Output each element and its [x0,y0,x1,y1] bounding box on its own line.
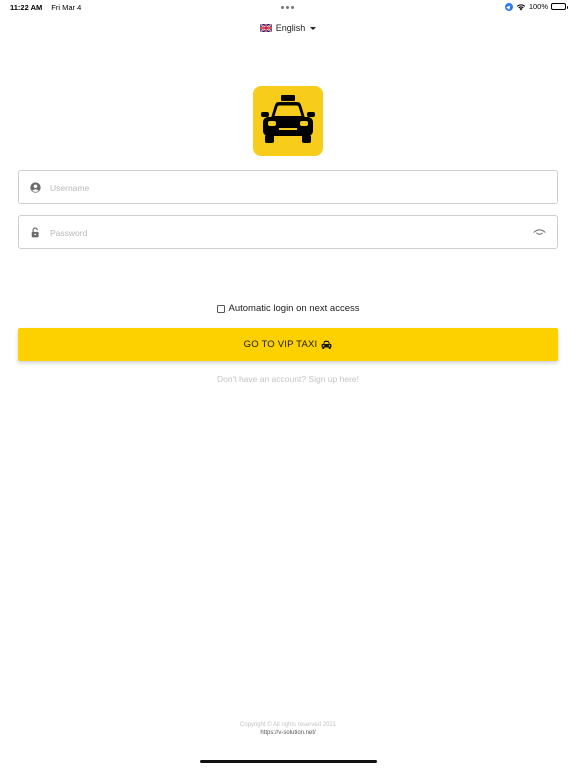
status-date: Fri Mar 4 [51,3,82,12]
user-circle-icon [30,182,41,193]
wifi-icon [516,3,526,10]
eye-icon[interactable] [533,228,546,237]
footer: Copyright © All rights reserved 2021 htt… [0,721,576,738]
copyright-text: Copyright © All rights reserved 2021 [239,722,337,728]
status-bar: 11:22 AM Fri Mar 4 100% [0,0,576,14]
auto-login-label: Automatic login on next access [228,303,360,314]
username-field[interactable] [18,170,558,204]
password-field[interactable] [18,215,558,249]
status-left: 11:22 AM Fri Mar 4 [10,3,81,12]
car-icon [321,340,332,349]
language-label: English [275,23,306,33]
auto-login-checkbox[interactable] [216,304,225,313]
location-icon [504,2,513,11]
app-logo [253,86,323,156]
multitasking-dots-icon[interactable] [281,6,294,9]
go-button-label: GO TO VIP TAXI [243,339,318,350]
website-link[interactable]: https://v-solution.net/ [0,729,576,738]
unlock-icon [31,227,39,238]
status-right: 100% [504,2,568,11]
status-time: 11:22 AM [10,3,43,12]
battery-icon [551,3,568,10]
auto-login-option[interactable]: Automatic login on next access [0,303,576,314]
signup-link[interactable]: Don't have an account? Sign up here! [0,374,576,384]
taxi-icon [261,95,315,143]
language-selector[interactable]: English [0,23,576,33]
chevron-down-icon [310,26,317,30]
username-input[interactable] [50,178,520,198]
battery-percent: 100% [528,2,548,11]
password-input[interactable] [50,223,520,243]
uk-flag-icon [259,24,272,32]
go-to-vip-taxi-button[interactable]: GO TO VIP TAXI [18,328,558,361]
home-indicator[interactable] [200,760,377,763]
